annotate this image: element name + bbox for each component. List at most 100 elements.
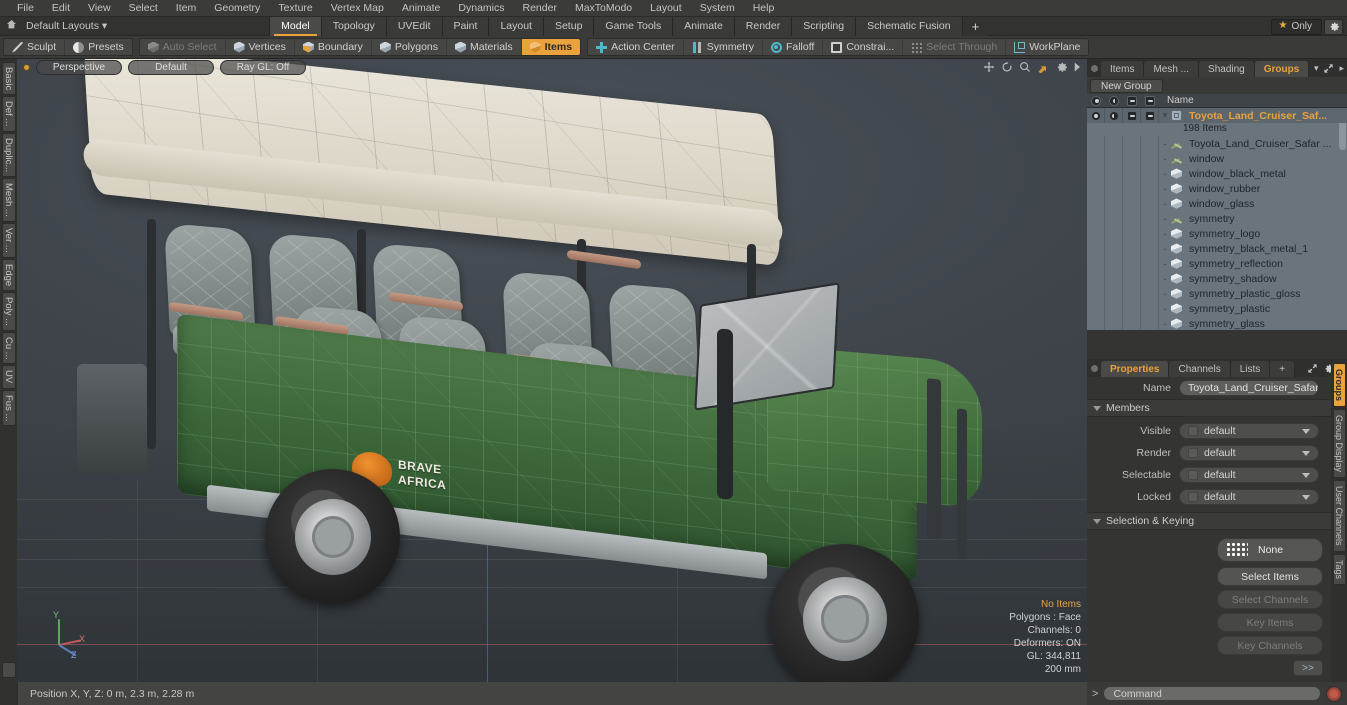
- only-toggle-button[interactable]: ★ Only: [1271, 18, 1322, 35]
- tab-mesh[interactable]: Mesh ...: [1144, 61, 1200, 77]
- zoom-icon[interactable]: [1019, 61, 1031, 73]
- viewport-canvas[interactable]: BRAVE AFRICA Y X Z No Items Polygons: F…: [17, 59, 1087, 682]
- tab-topology[interactable]: Topology: [321, 16, 387, 36]
- render-column-header[interactable]: [1105, 95, 1123, 106]
- left-tab-duplicate[interactable]: Duplic...: [1, 132, 16, 177]
- tab-scripting[interactable]: Scripting: [792, 16, 857, 36]
- menu-item-layout[interactable]: Layout: [641, 0, 691, 16]
- tab-channels[interactable]: Channels: [1169, 361, 1231, 377]
- menu-item-view[interactable]: View: [79, 0, 120, 16]
- sculpt-button[interactable]: Sculpt: [4, 39, 66, 55]
- properties-add-tab[interactable]: +: [1270, 361, 1296, 377]
- shading-dropdown[interactable]: Default: [128, 60, 214, 75]
- menu-item-dynamics[interactable]: Dynamics: [449, 0, 513, 16]
- action-center-button[interactable]: Action Center: [588, 39, 684, 55]
- menu-item-item[interactable]: Item: [167, 0, 205, 16]
- constraint-button[interactable]: Constrai...: [823, 39, 904, 55]
- falloff-button[interactable]: Falloff: [763, 39, 824, 55]
- gear-icon[interactable]: [1324, 18, 1343, 35]
- left-tab-basic[interactable]: Basic: [1, 62, 16, 96]
- menu-item-file[interactable]: File: [8, 0, 43, 16]
- tab-layout[interactable]: Layout: [489, 16, 544, 36]
- selectable-column-header[interactable]: [1123, 95, 1141, 106]
- menu-item-system[interactable]: System: [691, 0, 744, 16]
- row-render-toggle[interactable]: [1105, 108, 1123, 123]
- tab-shading[interactable]: Shading: [1199, 61, 1255, 77]
- tab-paint[interactable]: Paint: [442, 16, 490, 36]
- list-item[interactable]: - symmetry_logo: [1087, 226, 1347, 241]
- arrow-right-icon[interactable]: ▸: [1339, 63, 1344, 74]
- new-group-button[interactable]: New Group: [1090, 78, 1163, 93]
- expand-icon[interactable]: [1307, 363, 1318, 374]
- more-options-button[interactable]: >>: [1293, 660, 1323, 676]
- tree-toggle-icon[interactable]: ▾: [1159, 110, 1171, 121]
- tab-model[interactable]: Model: [269, 16, 322, 36]
- menu-item-animate[interactable]: Animate: [393, 0, 450, 16]
- selection-keying-section-header[interactable]: Selection & Keying: [1087, 512, 1347, 530]
- menu-item-vertex-map[interactable]: Vertex Map: [322, 0, 393, 16]
- visible-column-header[interactable]: [1087, 95, 1105, 106]
- side-tab-group-display[interactable]: Group Display: [1332, 409, 1346, 479]
- list-item[interactable]: - symmetry_glass: [1087, 316, 1347, 330]
- row-visible-toggle[interactable]: [1087, 108, 1105, 123]
- left-tab-mesh[interactable]: Mesh ...: [1, 177, 16, 222]
- items-button[interactable]: Items: [521, 39, 581, 55]
- select-through-button[interactable]: Select Through: [903, 39, 1007, 55]
- row-selectable-toggle[interactable]: [1123, 108, 1141, 123]
- menu-item-render[interactable]: Render: [514, 0, 566, 16]
- expand-icon[interactable]: [1323, 63, 1334, 74]
- locked-dropdown[interactable]: default: [1179, 489, 1319, 505]
- tab-animate[interactable]: Animate: [673, 16, 735, 36]
- 3d-viewport[interactable]: BRAVE AFRICA Y X Z No Items Polygons: F…: [17, 59, 1087, 682]
- left-tab-fusion[interactable]: Fus ...: [1, 389, 16, 427]
- auto-select-button[interactable]: Auto Select: [140, 39, 226, 55]
- left-tab-uv[interactable]: UV: [1, 365, 16, 389]
- home-icon[interactable]: [0, 19, 22, 33]
- menu-item-edit[interactable]: Edit: [43, 0, 79, 16]
- tab-lists[interactable]: Lists: [1230, 361, 1271, 377]
- default-layouts-dropdown[interactable]: Default Layouts ▾: [22, 20, 117, 32]
- tab-game-tools[interactable]: Game Tools: [594, 16, 674, 36]
- tab-groups[interactable]: Groups: [1254, 61, 1310, 77]
- list-item[interactable]: - symmetry_plastic_gloss: [1087, 286, 1347, 301]
- tab-properties[interactable]: Properties: [1101, 361, 1170, 377]
- boundary-button[interactable]: Boundary: [295, 39, 372, 55]
- left-tab-extra[interactable]: [1, 662, 16, 678]
- side-tab-tags[interactable]: Tags: [1332, 553, 1346, 585]
- play-icon[interactable]: [1073, 61, 1081, 73]
- members-section-header[interactable]: Members: [1087, 399, 1347, 417]
- side-tab-user-channels[interactable]: User Channels: [1332, 480, 1346, 552]
- list-item[interactable]: - Toyota_Land_Cruiser_Safar ...: [1087, 136, 1347, 151]
- menu-item-maxtomodo[interactable]: MaxToModo: [566, 0, 641, 16]
- panel-menu-dot-icon[interactable]: [1087, 59, 1101, 77]
- selection-mode-button[interactable]: None: [1217, 538, 1323, 562]
- rotate-icon[interactable]: [1001, 61, 1013, 73]
- tab-uvedit[interactable]: UVEdit: [386, 16, 443, 36]
- name-field[interactable]: Toyota_Land_Cruiser_Safari_Ope: [1179, 380, 1319, 396]
- selectable-dropdown[interactable]: default: [1179, 467, 1319, 483]
- left-tab-deform[interactable]: Def ...: [1, 96, 16, 132]
- menu-item-texture[interactable]: Texture: [269, 0, 321, 16]
- polygons-button[interactable]: Polygons: [372, 39, 448, 55]
- render-dropdown[interactable]: default: [1179, 445, 1319, 461]
- tab-render[interactable]: Render: [734, 16, 793, 36]
- select-items-button[interactable]: Select Items: [1217, 567, 1323, 586]
- chevron-down-icon[interactable]: ▾: [1314, 63, 1319, 74]
- row-locked-toggle[interactable]: [1141, 108, 1159, 123]
- symmetry-button[interactable]: Symmetry: [684, 39, 763, 55]
- materials-button[interactable]: Materials: [447, 39, 522, 55]
- command-input[interactable]: Command: [1103, 686, 1321, 701]
- side-tab-groups[interactable]: Groups: [1332, 363, 1346, 408]
- left-tab-curve[interactable]: Cu ...: [1, 331, 16, 365]
- list-item[interactable]: - symmetry: [1087, 211, 1347, 226]
- workplane-button[interactable]: WorkPlane: [1006, 39, 1088, 55]
- list-item[interactable]: - window_glass: [1087, 196, 1347, 211]
- gear-icon[interactable]: [1055, 61, 1067, 73]
- list-item[interactable]: - symmetry_shadow: [1087, 271, 1347, 286]
- tab-setup[interactable]: Setup: [543, 16, 595, 36]
- add-tab-button[interactable]: +: [962, 16, 989, 36]
- fit-icon[interactable]: [1037, 61, 1049, 73]
- locked-column-header[interactable]: [1141, 95, 1159, 106]
- record-icon[interactable]: [1326, 685, 1342, 702]
- tab-schematic-fusion[interactable]: Schematic Fusion: [856, 16, 963, 36]
